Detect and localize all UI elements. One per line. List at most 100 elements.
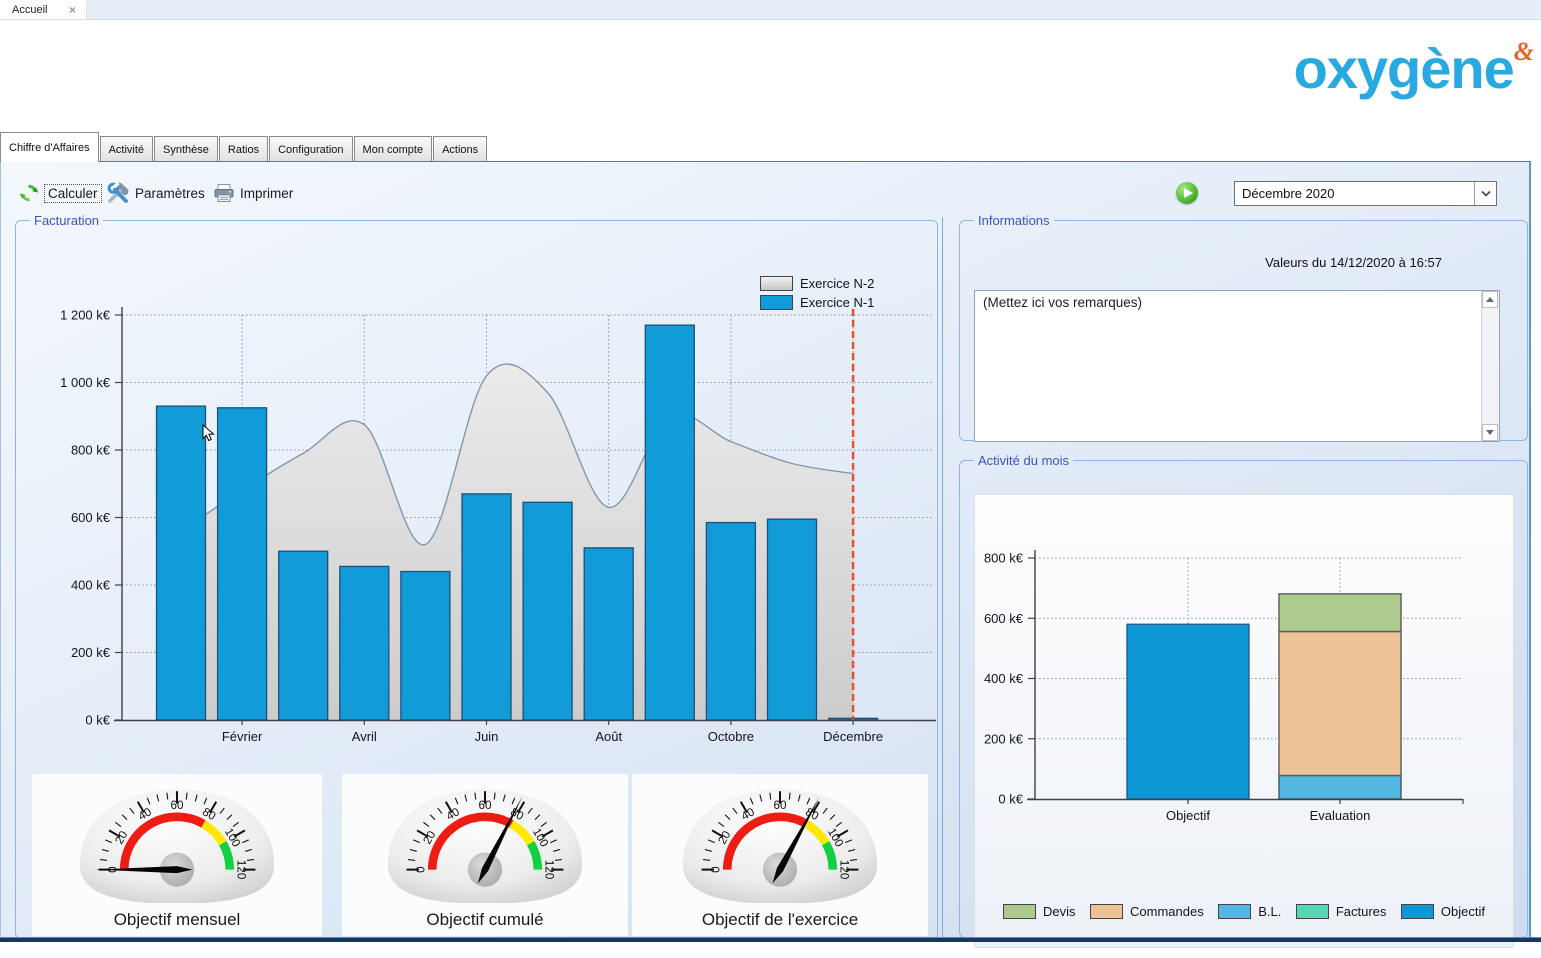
gauge-caption: Objectif de l'exercice	[632, 910, 928, 930]
toolbar: Calculer Paramètres	[1, 180, 1529, 210]
application-window: Accueil × oxygène& Chiffre d'AffairesAct…	[0, 0, 1541, 958]
recycle-icon	[19, 183, 39, 203]
play-icon	[1184, 188, 1193, 198]
session-tab-accueil[interactable]: Accueil ×	[0, 0, 87, 19]
panel-separator	[942, 217, 943, 937]
gauge-caption: Objectif mensuel	[32, 910, 322, 930]
imprimer-label: Imprimer	[240, 186, 293, 201]
svg-text:0 k€: 0 k€	[85, 713, 110, 728]
gauge-caption: Objectif cumulé	[342, 910, 628, 930]
legend-swatch-icon	[1218, 904, 1251, 919]
legend-label: Exercice N-1	[800, 295, 874, 310]
facturation-title: Facturation	[30, 213, 103, 228]
legend-swatch-icon	[760, 295, 793, 310]
svg-text:400 k€: 400 k€	[71, 578, 111, 593]
scroll-up-icon[interactable]	[1482, 291, 1498, 308]
svg-text:Octobre: Octobre	[708, 729, 754, 744]
svg-text:600 k€: 600 k€	[71, 510, 111, 525]
svg-text:Evaluation: Evaluation	[1310, 808, 1371, 823]
informations-title: Informations	[974, 213, 1054, 228]
svg-text:200 k€: 200 k€	[984, 731, 1024, 746]
period-value: Décembre 2020	[1235, 186, 1474, 201]
chevron-down-icon[interactable]	[1474, 182, 1496, 205]
legend-label: Commandes	[1130, 904, 1204, 919]
tab-ratios[interactable]: Ratios	[219, 136, 268, 162]
activity-legend: Devis Commandes B.L. Factures Objectif	[1003, 904, 1485, 919]
svg-text:1 000 k€: 1 000 k€	[60, 375, 111, 390]
facturation-chart: 0 k€200 k€400 k€600 k€800 k€1 000 k€1 20…	[18, 254, 936, 759]
calculer-button[interactable]: Calculer	[19, 180, 102, 206]
svg-text:0: 0	[709, 866, 722, 873]
tab-configuration[interactable]: Configuration	[269, 136, 352, 162]
svg-text:120: 120	[543, 860, 556, 880]
svg-text:Février: Février	[222, 729, 263, 744]
svg-text:800 k€: 800 k€	[71, 443, 111, 458]
legend-item: B.L.	[1218, 904, 1281, 919]
remarks-textarea[interactable]: (Mettez ici vos remarques)	[974, 290, 1500, 442]
tab-actions[interactable]: Actions	[433, 136, 487, 162]
legend-item: Objectif	[1401, 904, 1485, 919]
run-button[interactable]	[1176, 182, 1198, 204]
legend-swatch-icon	[1090, 904, 1123, 919]
header: oxygène&	[0, 20, 1541, 135]
legend-label: Exercice N-2	[800, 276, 874, 291]
gauge-panel: 020406080100120Objectif cumulé	[342, 774, 628, 936]
tab-chiffre-d-affaires[interactable]: Chiffre d'Affaires	[0, 132, 99, 162]
svg-text:Objectif: Objectif	[1166, 808, 1210, 823]
svg-text:120: 120	[235, 860, 248, 880]
legend-item: Exercice N-2	[760, 276, 874, 291]
gauge: 020406080100120	[347, 778, 623, 910]
parametres-button[interactable]: Paramètres	[106, 180, 205, 206]
svg-text:60: 60	[774, 799, 787, 812]
legend-swatch-icon	[1296, 904, 1329, 919]
values-caption: Valeurs du 14/12/2020 à 16:57	[1265, 255, 1442, 270]
close-icon[interactable]: ×	[69, 3, 86, 17]
svg-text:60: 60	[479, 799, 492, 812]
period-combobox[interactable]: Décembre 2020	[1234, 181, 1497, 206]
gauge-row: 020406080100120Objectif mensuel020406080…	[16, 774, 937, 940]
informations-groupbox: Informations Valeurs du 14/12/2020 à 16:…	[959, 213, 1528, 441]
svg-text:1 200 k€: 1 200 k€	[60, 308, 111, 323]
tab-synth-se[interactable]: Synthèse	[154, 136, 218, 162]
session-tab-label: Accueil	[0, 4, 69, 16]
calculer-label: Calculer	[44, 184, 102, 203]
legend-label: B.L.	[1258, 904, 1281, 919]
svg-text:0: 0	[414, 866, 427, 873]
svg-text:0 k€: 0 k€	[998, 792, 1023, 807]
legend-swatch-icon	[1401, 904, 1434, 919]
legend-swatch-icon	[760, 276, 793, 291]
gauge-panel: 020406080100120Objectif mensuel	[32, 774, 322, 936]
remarks-text: (Mettez ici vos remarques)	[975, 291, 1481, 441]
legend-label: Objectif	[1441, 904, 1485, 919]
parametres-label: Paramètres	[135, 186, 205, 201]
svg-text:600 k€: 600 k€	[984, 611, 1024, 626]
brand-text: oxygène	[1294, 37, 1514, 100]
svg-text:Décembre: Décembre	[823, 729, 883, 744]
legend-item: Factures	[1296, 904, 1387, 919]
printer-icon	[213, 183, 235, 203]
nav-tabbar: Chiffre d'AffairesActivitéSynthèseRatios…	[0, 134, 488, 162]
svg-text:Avril: Avril	[352, 729, 377, 744]
tab-activit-[interactable]: Activité	[100, 136, 153, 162]
facturation-groupbox: Facturation 0 k€200 k€400 k€600 k€800 k€…	[15, 213, 938, 939]
svg-text:120: 120	[838, 860, 851, 880]
brand-logo: oxygène&	[1294, 36, 1533, 101]
tab-mon-compte[interactable]: Mon compte	[354, 136, 433, 162]
svg-text:60: 60	[171, 799, 184, 812]
remarks-scrollbar[interactable]	[1481, 291, 1499, 441]
legend-swatch-icon	[1003, 904, 1036, 919]
svg-text:800 k€: 800 k€	[984, 551, 1024, 566]
activite-groupbox: Activité du mois 0 k€200 k€400 k€600 k€8…	[959, 453, 1528, 938]
activity-chart: 0 k€ 200 k€ 400 k€ 600 k€ 800 k€ Objectif Eval…	[975, 499, 1515, 851]
legend-item: Exercice N-1	[760, 295, 874, 310]
imprimer-button[interactable]: Imprimer	[213, 180, 293, 206]
main-panel: Calculer Paramètres	[0, 161, 1531, 938]
scroll-down-icon[interactable]	[1482, 424, 1498, 441]
svg-text:Juin: Juin	[475, 729, 499, 744]
legend-label: Devis	[1043, 904, 1076, 919]
facturation-chart-legend: Exercice N-2 Exercice N-1	[760, 276, 874, 314]
legend-item: Commandes	[1090, 904, 1204, 919]
tools-icon	[106, 182, 130, 204]
legend-label: Factures	[1336, 904, 1387, 919]
svg-text:400 k€: 400 k€	[984, 671, 1024, 686]
